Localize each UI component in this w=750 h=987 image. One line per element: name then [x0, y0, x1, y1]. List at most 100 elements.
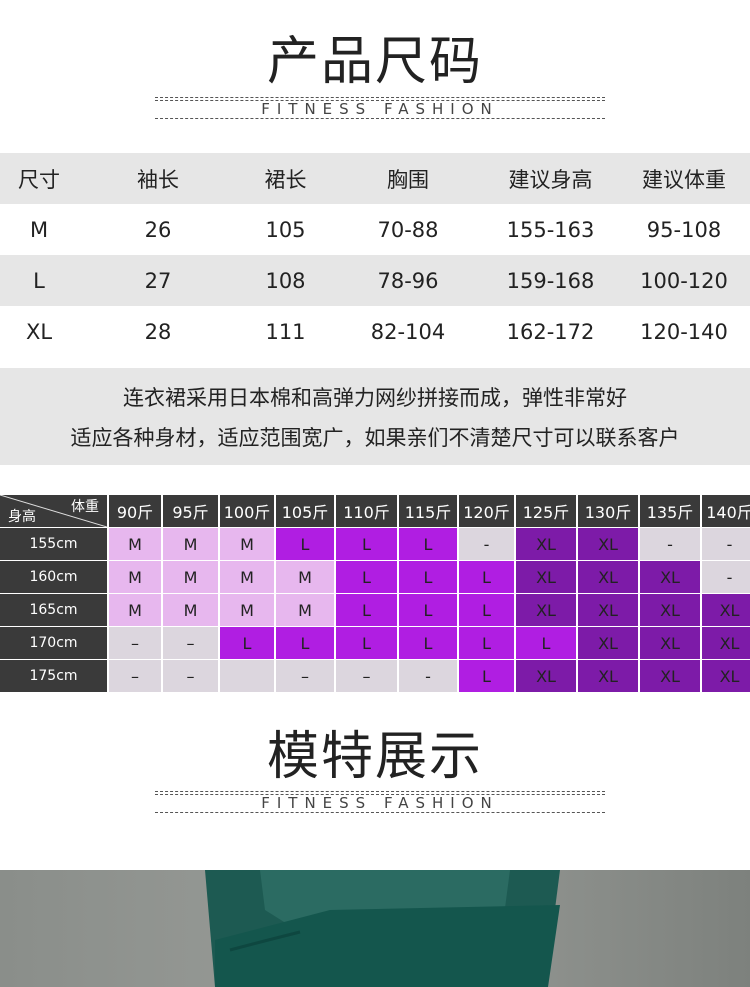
size-section-title: 产品尺码: [266, 32, 483, 92]
weight-header: 120斤: [459, 495, 514, 527]
model-section-divider: FITNESS FASHION: [155, 791, 605, 813]
size-cell: XL: [578, 561, 638, 593]
size-cell: XL: [516, 660, 576, 692]
size-cell: –: [336, 660, 397, 692]
size-cell: -: [702, 561, 750, 593]
height-label: 165cm: [0, 594, 107, 626]
cell-size: M: [29, 217, 49, 242]
size-cell: XL: [640, 594, 700, 626]
fabric-note: 连衣裙采用日本棉和高弹力网纱拼接而成，弹性非常好 适应各种身材，适应范围宽广，如…: [0, 368, 750, 465]
size-cell: L: [459, 594, 514, 626]
size-cell: -: [399, 660, 457, 692]
weight-header: 130斤: [578, 495, 638, 527]
table-row: L 27 108 78-96 159-168 100-120: [0, 255, 750, 306]
weight-header: 100斤: [220, 495, 274, 527]
cell-skirt-length: 105: [265, 217, 306, 242]
weight-header: 95斤: [163, 495, 218, 527]
size-cell: –: [163, 660, 218, 692]
size-cell: XL: [702, 594, 750, 626]
size-cell: XL: [578, 660, 638, 692]
weight-header: 110斤: [336, 495, 397, 527]
table-row: XL 28 111 82-104 162-172 120-140: [0, 306, 750, 357]
model-garment-image: [0, 870, 750, 987]
size-cell: L: [399, 561, 457, 593]
weight-header: 140斤: [702, 495, 750, 527]
size-cell: XL: [578, 528, 638, 560]
cell-height: 162-172: [506, 319, 595, 344]
height-label: 160cm: [0, 561, 107, 593]
size-cell: M: [220, 528, 274, 560]
cell-sleeve: 28: [144, 319, 172, 344]
size-cell: XL: [516, 594, 576, 626]
header-bust: 胸围: [387, 167, 429, 192]
grid-row: 160cm M M M M L L L XL XL XL -: [0, 561, 750, 593]
size-cell: -: [702, 528, 750, 560]
size-cell: -: [459, 528, 514, 560]
size-cell: -: [640, 528, 700, 560]
size-cell: M: [276, 594, 334, 626]
corner-weight-label: 体重: [71, 499, 99, 515]
header-height: 建议身高: [508, 167, 593, 192]
size-cell: XL: [640, 627, 700, 659]
cell-weight: 100-120: [640, 268, 728, 293]
size-cell: M: [220, 561, 274, 593]
cell-size: L: [33, 268, 45, 293]
size-cell: –: [163, 627, 218, 659]
cell-height: 159-168: [506, 268, 595, 293]
cell-size: XL: [25, 319, 53, 344]
size-table-header: 尺寸 袖长 裙长 胸围 建议身高 建议体重: [0, 153, 750, 204]
size-cell: L: [459, 561, 514, 593]
size-cell: M: [163, 528, 218, 560]
size-recommendation-grid: 体重 身高 90斤 95斤 100斤 105斤 110斤 115斤 120斤 125斤 130斤…: [0, 495, 750, 693]
grid-row: 175cm – – – – - L XL XL XL XL: [0, 660, 750, 692]
header-sleeve: 袖长: [137, 167, 179, 192]
size-cell: M: [163, 594, 218, 626]
weight-header: 135斤: [640, 495, 700, 527]
grid-row: 170cm – – L L L L L L XL XL XL: [0, 627, 750, 659]
cell-weight: 120-140: [640, 319, 728, 344]
model-section-subtitle: FITNESS FASHION: [261, 794, 499, 812]
cell-sleeve: 26: [144, 217, 172, 242]
weight-header: 115斤: [399, 495, 457, 527]
size-cell: L: [276, 627, 334, 659]
size-cell: L: [399, 627, 457, 659]
note-line-1: 连衣裙采用日本棉和高弹力网纱拼接而成，弹性非常好: [123, 386, 627, 410]
cell-skirt-length: 111: [265, 319, 306, 344]
size-cell: L: [516, 627, 576, 659]
size-cell: L: [399, 594, 457, 626]
size-cell: L: [459, 660, 514, 692]
size-cell: XL: [578, 627, 638, 659]
cell-bust: 70-88: [377, 217, 439, 242]
size-cell: L: [336, 594, 397, 626]
size-cell: M: [276, 561, 334, 593]
size-cell: XL: [702, 627, 750, 659]
size-cell: –: [276, 660, 334, 692]
height-label: 170cm: [0, 627, 107, 659]
grid-corner: 体重 身高: [0, 495, 107, 527]
grid-row: 155cm M M M L L L - XL XL - -: [0, 528, 750, 560]
size-cell: M: [109, 528, 161, 560]
size-cell: XL: [640, 561, 700, 593]
size-cell: L: [220, 627, 274, 659]
size-cell: M: [109, 594, 161, 626]
size-cell: L: [336, 528, 397, 560]
size-cell: XL: [516, 561, 576, 593]
cell-weight: 95-108: [646, 217, 722, 242]
model-section-title: 模特展示: [266, 727, 483, 787]
size-cell: L: [399, 528, 457, 560]
size-cell: M: [163, 561, 218, 593]
cell-sleeve: 27: [144, 268, 172, 293]
cell-bust: 78-96: [377, 268, 439, 293]
weight-header: 125斤: [516, 495, 576, 527]
weight-header: 105斤: [276, 495, 334, 527]
note-line-2: 适应各种身材，适应范围宽广，如果亲们不清楚尺寸可以联系客户: [70, 426, 680, 450]
size-cell: –: [109, 627, 161, 659]
size-cell: L: [336, 561, 397, 593]
size-cell: –: [109, 660, 161, 692]
size-cell: M: [220, 594, 274, 626]
size-cell: XL: [516, 528, 576, 560]
cell-bust: 82-104: [370, 319, 446, 344]
model-photo: [0, 870, 750, 987]
size-cell: XL: [640, 660, 700, 692]
size-section-subtitle: FITNESS FASHION: [261, 100, 499, 118]
